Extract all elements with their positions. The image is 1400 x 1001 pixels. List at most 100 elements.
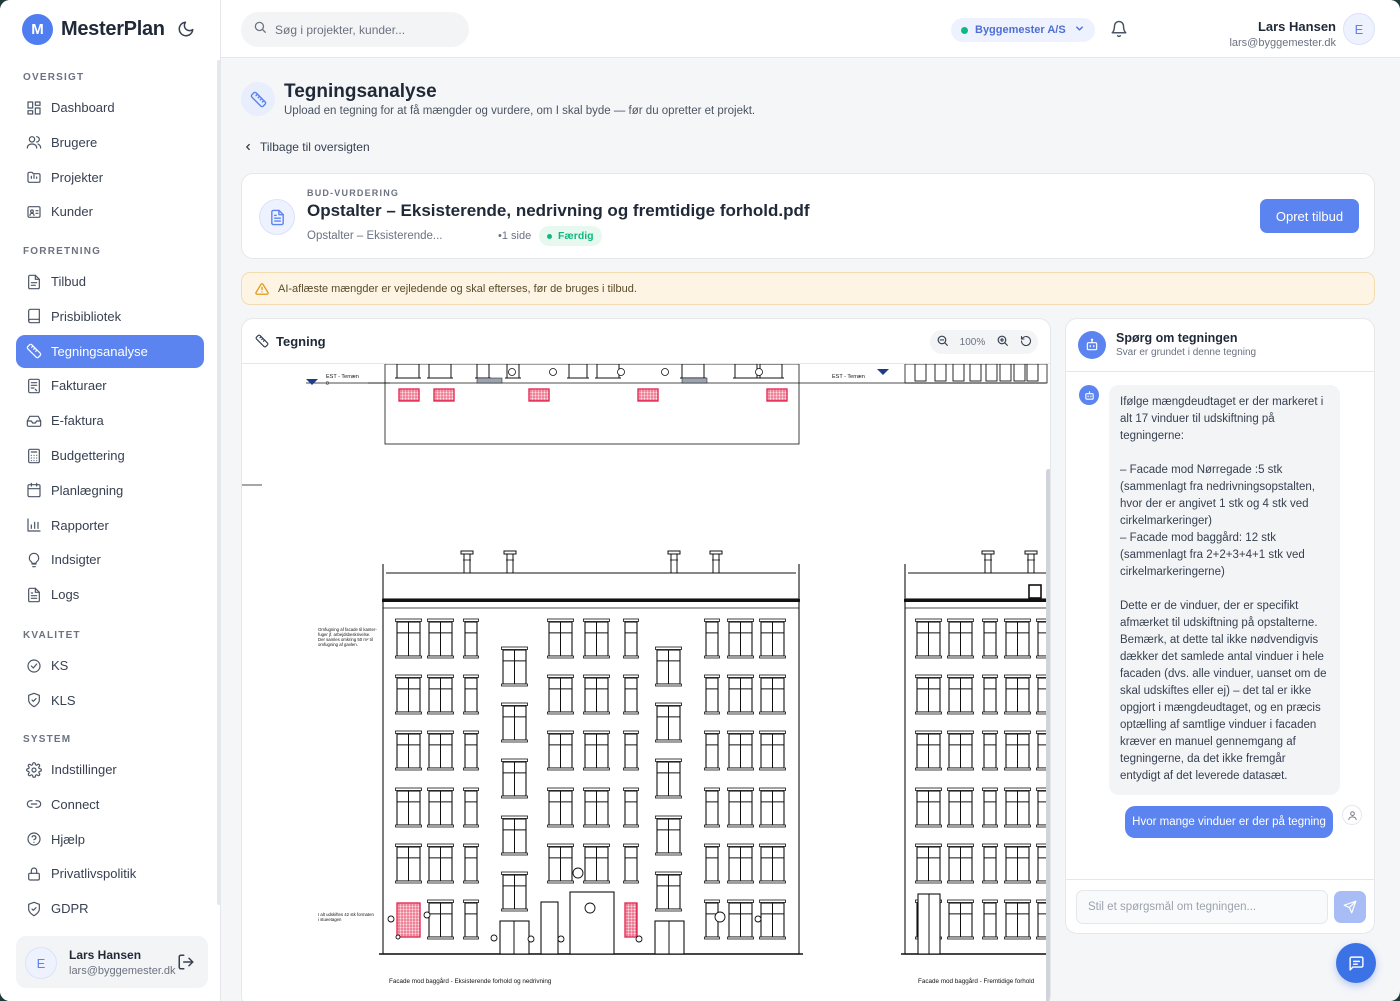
bot-message: Ifølge mængdeudtaget er der markeret i a… <box>1109 385 1340 795</box>
sidebar-item-indsigter[interactable]: Indsigter <box>16 543 204 576</box>
zoom-out-icon[interactable] <box>936 334 949 350</box>
search-icon <box>253 20 267 39</box>
avatar[interactable]: E <box>25 947 57 979</box>
window-replace-mark <box>766 388 788 402</box>
window-replace-mark <box>398 388 420 402</box>
send-button[interactable] <box>1334 891 1366 923</box>
window-mark <box>623 787 639 828</box>
search-box[interactable] <box>241 12 469 47</box>
sidebar-item-indstillinger[interactable]: Indstillinger <box>16 753 204 786</box>
sidebar-item-kunder[interactable]: Kunder <box>16 195 204 228</box>
zoom-in-icon[interactable] <box>996 334 1009 350</box>
sidebar-item-projekter[interactable]: Projekter <box>16 161 204 194</box>
logout-icon[interactable] <box>177 953 195 971</box>
drawing-panel: Tegning 100% EST - Terræn 0 EST - Terræn <box>241 318 1051 1001</box>
window-replace-mark <box>396 902 421 938</box>
sidebar-item-label: Dashboard <box>51 100 115 115</box>
sidebar-item-hjælp[interactable]: Hjælp <box>16 823 204 856</box>
window-mark <box>1004 787 1031 828</box>
sidebar-item-dashboard[interactable]: Dashboard <box>16 91 204 124</box>
dashboard-icon <box>25 99 42 116</box>
window-mark <box>395 618 422 659</box>
sidebar-item-label: KS <box>51 658 69 673</box>
sidebar-item-label: Prisbibliotek <box>51 308 122 324</box>
company-name: Byggemester A/S <box>975 24 1066 36</box>
window-mark <box>655 702 682 743</box>
chat-composer <box>1066 879 1374 933</box>
chat-panel: Spørg om tegningen Svar er grundet i den… <box>1065 318 1375 934</box>
window-mark <box>1004 618 1031 659</box>
brand[interactable]: M MesterPlan <box>22 14 165 45</box>
folder-icon <box>25 169 42 186</box>
window-mark <box>427 674 454 715</box>
window-mark <box>1004 899 1031 940</box>
calendar-icon <box>25 482 42 499</box>
sidebar-item-tegningsanalyse[interactable]: Tegningsanalyse <box>16 334 204 368</box>
window-mark <box>759 674 786 715</box>
drawing-scrollbar[interactable] <box>1046 469 1050 1001</box>
company-switcher[interactable]: Byggemester A/S <box>951 18 1095 42</box>
sidebar-item-gdpr[interactable]: GDPR <box>16 892 204 920</box>
sidebar-item-connect[interactable]: Connect <box>16 788 204 821</box>
sidebar-item-kls[interactable]: KLS <box>16 684 204 717</box>
window-mark <box>982 674 998 715</box>
sidebar-item-privatlivspolitik[interactable]: Privatlivspolitik <box>16 857 204 890</box>
sidebar-scrollbar[interactable] <box>217 60 221 905</box>
window-mark <box>727 899 754 940</box>
window-mark <box>727 843 754 884</box>
shield-icon <box>25 900 42 917</box>
window-mark <box>583 730 610 771</box>
search-input[interactable] <box>275 22 455 37</box>
status-badge: Færdig <box>539 226 602 246</box>
sidebar-item-logs[interactable]: Logs <box>16 578 204 611</box>
sidebar-item-label: Brugere <box>51 134 98 150</box>
chat-input[interactable] <box>1076 890 1328 924</box>
inbox-icon <box>25 412 42 429</box>
window-mark <box>704 674 720 715</box>
sidebar-user-card: E Lars Hansen lars@byggemester.dk <box>16 936 208 988</box>
bell-icon[interactable] <box>1110 20 1128 38</box>
window-mark <box>547 618 574 659</box>
chat-fab-button[interactable] <box>1336 943 1376 983</box>
sidebar-item-ks[interactable]: KS <box>16 649 204 682</box>
window-mark <box>583 843 610 884</box>
window-mark <box>547 730 574 771</box>
window-mark <box>547 843 574 884</box>
send-icon <box>1343 900 1357 914</box>
window-mark <box>463 843 479 884</box>
ai-warning-text: AI-aflæste mængder er vejledende og skal… <box>278 282 637 295</box>
link-icon <box>25 796 42 813</box>
back-link[interactable]: Tilbage til oversigten <box>243 140 370 154</box>
window-mark <box>759 618 786 659</box>
sidebar-item-planlægning[interactable]: Planlægning <box>16 474 204 507</box>
document-card: BUD-VURDERING Opstalter – Eksisterende, … <box>241 173 1375 259</box>
zoom-level: 100% <box>959 336 986 348</box>
window-replace-mark <box>637 388 659 402</box>
create-quote-button[interactable]: Opret tilbud <box>1260 199 1359 233</box>
sidebar-item-label: Rapporter <box>51 517 109 533</box>
sidebar-item-label: Logs <box>51 587 80 603</box>
reset-zoom-icon[interactable] <box>1020 335 1032 350</box>
drawing-canvas[interactable]: EST - Terræn 0 EST - Terræn Omfugning af… <box>242 364 1050 1001</box>
bot-icon <box>1078 331 1106 359</box>
window-mark <box>982 730 998 771</box>
window-mark <box>982 843 998 884</box>
sidebar-item-label: Budgettering <box>51 448 125 463</box>
sidebar-item-rapporter[interactable]: Rapporter <box>16 509 204 542</box>
brand-name: MesterPlan <box>61 18 165 40</box>
sidebar-item-budgettering[interactable]: Budgettering <box>16 439 204 472</box>
header-avatar[interactable]: E <box>1343 13 1375 45</box>
window-mark <box>655 758 682 799</box>
chat-subtitle: Svar er grundet i denne tegning <box>1116 347 1257 358</box>
sidebar-item-prisbibliotek[interactable]: Prisbibliotek <box>16 300 204 333</box>
sidebar-item-brugere[interactable]: Brugere <box>16 126 204 159</box>
window-mark <box>395 843 422 884</box>
bar-chart-icon <box>25 517 42 534</box>
ai-warning-banner: AI-aflæste mængder er vejledende og skal… <box>241 272 1375 305</box>
moon-icon[interactable] <box>177 20 195 38</box>
drawing-title: Tegning <box>276 334 326 349</box>
sidebar-item-label: E-faktura <box>51 413 104 429</box>
sidebar-item-e-faktura[interactable]: E-faktura <box>16 404 204 437</box>
sidebar-item-tilbud[interactable]: Tilbud <box>16 265 204 298</box>
sidebar-item-fakturaer[interactable]: Fakturaer <box>16 369 204 402</box>
